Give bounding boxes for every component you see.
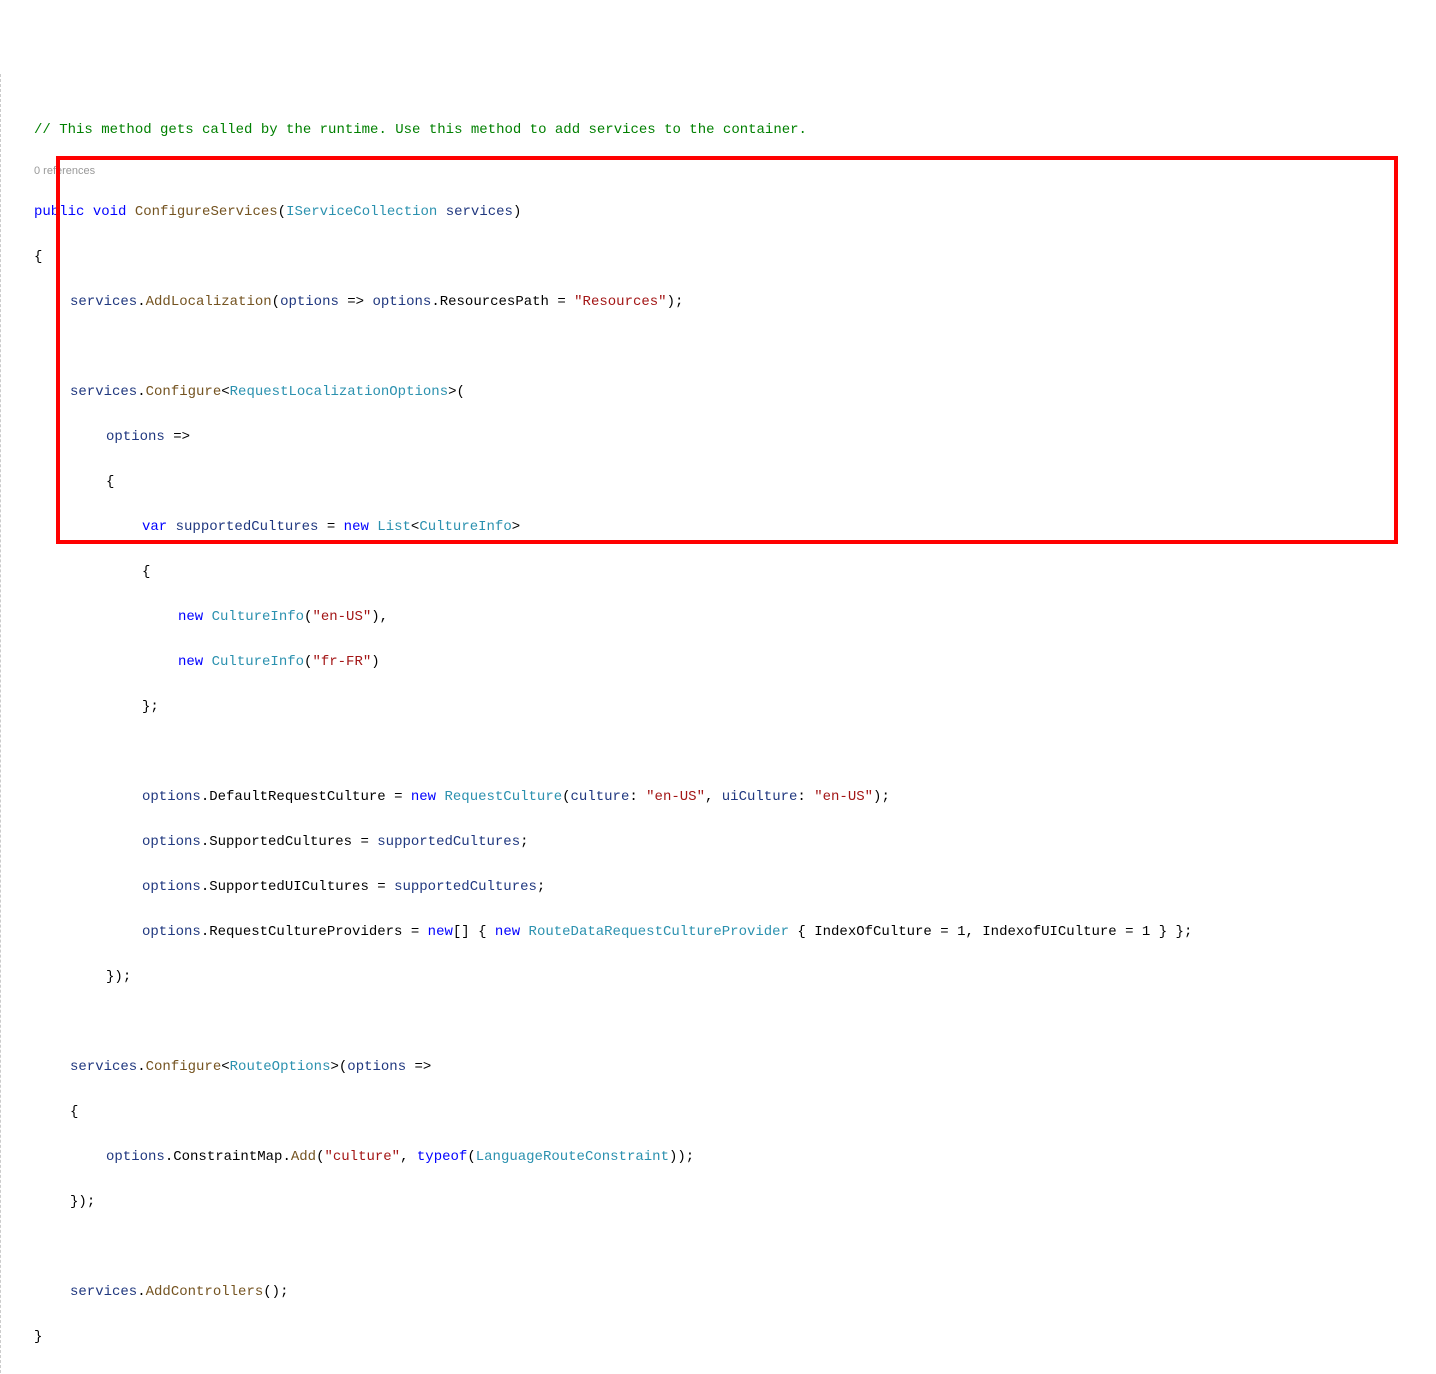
code-line: var supportedCultures = new List<Culture… [10, 516, 1436, 539]
code-line: new CultureInfo("fr-FR") [10, 651, 1436, 674]
code-line: options.SupportedCultures = supportedCul… [10, 831, 1436, 854]
code-line: { [10, 561, 1436, 584]
comment: // This method gets called by the runtim… [34, 122, 807, 138]
codelens-references[interactable]: 0 references [10, 164, 1436, 178]
code-line: options.DefaultRequestCulture = new Requ… [10, 786, 1436, 809]
code-line: }); [10, 1191, 1436, 1214]
code-line [10, 336, 1436, 359]
code-line [10, 1236, 1436, 1259]
code-line: public void ConfigureServices(IServiceCo… [10, 201, 1436, 224]
code-line: { [10, 246, 1436, 269]
code-line: // This method gets called by the runtim… [10, 119, 1436, 142]
code-line: options.RequestCultureProviders = new[] … [10, 921, 1436, 944]
code-line: services.Configure<RequestLocalizationOp… [10, 381, 1436, 404]
code-line: { [10, 1101, 1436, 1124]
code-line: services.Configure<RouteOptions>(options… [10, 1056, 1436, 1079]
code-editor[interactable]: // This method gets called by the runtim… [0, 64, 1436, 1374]
code-line: }; [10, 696, 1436, 719]
code-line [10, 1011, 1436, 1034]
code-line [10, 741, 1436, 764]
outline-gutter [0, 74, 11, 1374]
code-line: } [10, 1326, 1436, 1349]
code-line: { [10, 471, 1436, 494]
code-line: services.AddControllers(); [10, 1281, 1436, 1304]
code-line: services.AddLocalization(options => opti… [10, 291, 1436, 314]
code-line: options.SupportedUICultures = supportedC… [10, 876, 1436, 899]
code-line: new CultureInfo("en-US"), [10, 606, 1436, 629]
code-line: }); [10, 966, 1436, 989]
code-line: options => [10, 426, 1436, 449]
code-line: options.ConstraintMap.Add("culture", typ… [10, 1146, 1436, 1169]
